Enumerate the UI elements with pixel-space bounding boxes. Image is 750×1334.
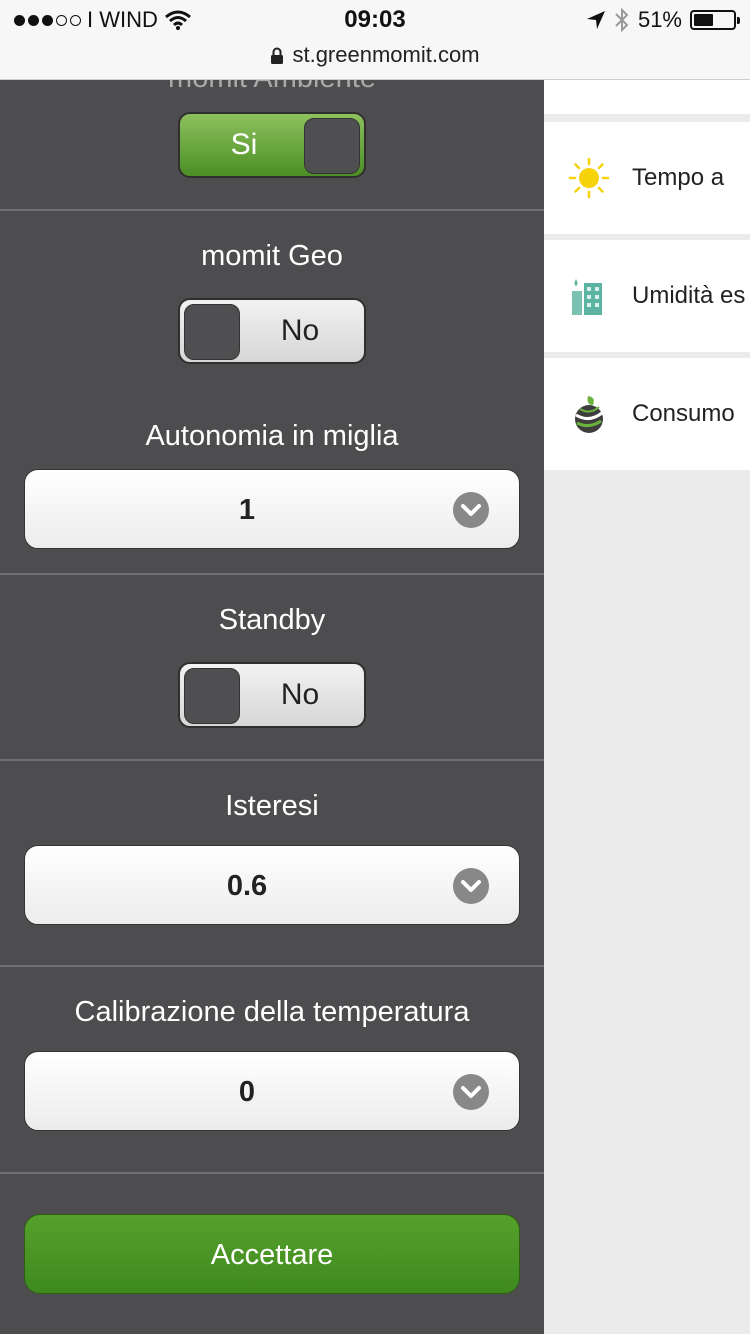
- list-item[interactable]: [544, 80, 750, 114]
- ambiente-label: momit Ambiente: [0, 80, 544, 95]
- standby-label: Standby: [218, 604, 326, 636]
- list-item-label: Tempo a: [632, 164, 725, 191]
- toggle-state: Si: [230, 128, 258, 161]
- list-item-consumption[interactable]: Consumo: [544, 358, 750, 470]
- accept-button[interactable]: Accettare: [24, 1214, 520, 1294]
- chevron-down-icon: [453, 1074, 489, 1110]
- standby-toggle[interactable]: No: [178, 662, 366, 728]
- settings-panel: momit Ambiente Si momit Geo No Autonomia…: [0, 80, 544, 1334]
- toggle-knob[interactable]: [184, 304, 240, 360]
- url-text: st.greenmomit.com: [292, 42, 480, 67]
- select-value: 1: [238, 494, 256, 526]
- list-item-humidity[interactable]: Umidità es: [544, 240, 750, 352]
- list-item-label: Umidità es: [632, 282, 746, 309]
- battery-icon: [690, 10, 740, 30]
- building-humidity-icon: [572, 279, 602, 315]
- toggle-state: No: [280, 678, 320, 711]
- status-icons: 51%: [586, 7, 740, 33]
- divider: [0, 1172, 544, 1174]
- toggle-knob[interactable]: [304, 118, 360, 174]
- list-item-weather[interactable]: Tempo a: [544, 122, 750, 234]
- divider: [0, 965, 544, 967]
- lock-icon: [271, 47, 284, 65]
- list-item-label: Consumo: [632, 400, 735, 427]
- calibration-select[interactable]: 0: [24, 1051, 520, 1131]
- address-bar[interactable]: st.greenmomit.com: [0, 42, 750, 68]
- dashboard-list: Tempo a Umidità es Consumo: [544, 80, 750, 1334]
- status-bar: I WIND 09:03 51% st.greenmomit.com: [0, 0, 750, 80]
- toggle-state: No: [280, 314, 320, 347]
- battery-percent: 51%: [637, 7, 682, 32]
- select-value: 0: [238, 1076, 256, 1108]
- hysteresis-select[interactable]: 0.6: [24, 845, 520, 925]
- autonomy-label: Autonomia in miglia: [145, 420, 399, 452]
- select-value: 0.6: [226, 870, 268, 902]
- calibration-label: Calibrazione della temperatura: [74, 996, 470, 1028]
- divider: [0, 759, 544, 761]
- chevron-down-icon: [453, 868, 489, 904]
- divider: [0, 209, 544, 211]
- geo-toggle[interactable]: No: [178, 298, 366, 364]
- sun-icon: [568, 157, 610, 199]
- autonomy-select[interactable]: 1: [24, 469, 520, 549]
- chevron-down-icon: [453, 492, 489, 528]
- location-arrow-icon: [586, 11, 605, 29]
- ambiente-toggle[interactable]: Si: [178, 112, 366, 178]
- bluetooth-icon: [615, 8, 629, 32]
- hysteresis-label: Isteresi: [225, 790, 319, 822]
- geo-label: momit Geo: [201, 240, 343, 272]
- eco-globe-icon: [575, 396, 603, 433]
- divider: [0, 573, 544, 575]
- toggle-knob[interactable]: [184, 668, 240, 724]
